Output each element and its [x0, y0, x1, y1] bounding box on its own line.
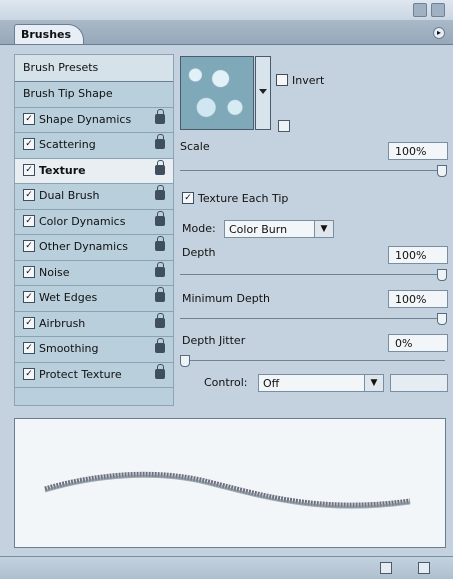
- sidebar-item-label: Noise: [39, 265, 70, 279]
- sidebar-item-checkbox[interactable]: ✓: [23, 342, 35, 354]
- lock-icon[interactable]: [155, 185, 165, 200]
- sidebar-item-scattering[interactable]: ✓ Scattering: [15, 133, 173, 159]
- mode-select-value: Color Burn: [229, 223, 288, 236]
- sidebar-item-texture[interactable]: ✓ Texture: [15, 158, 173, 184]
- sidebar-item-protect-texture[interactable]: ✓ Protect Texture: [15, 363, 173, 388]
- depth-jitter-slider-thumb[interactable]: [180, 355, 190, 367]
- close-icon[interactable]: [431, 3, 445, 17]
- sidebar-item-label: Other Dynamics: [39, 240, 128, 253]
- sidebar-item-checkbox[interactable]: ✓: [23, 112, 35, 125]
- scale-slider-track[interactable]: [180, 170, 445, 171]
- sidebar-item-brush-tip-shape[interactable]: Brush Tip Shape: [15, 82, 173, 108]
- minimum-depth-label: Minimum Depth: [182, 292, 270, 305]
- sidebar-item-label: Wet Edges: [39, 291, 98, 304]
- sidebar-item-dual-brush[interactable]: ✓ Dual Brush: [15, 184, 173, 210]
- sidebar-item-label: Texture: [39, 163, 86, 177]
- lock-icon[interactable]: [155, 287, 165, 302]
- minimum-depth-slider-track[interactable]: [180, 318, 445, 319]
- new-preset-icon[interactable]: [278, 120, 290, 132]
- tab-strip: Brushes ▸: [0, 20, 453, 45]
- brush-options-list: Brush Presets Brush Tip Shape ✓ Shape Dyna…: [14, 54, 174, 406]
- texture-each-tip-box[interactable]: ✓: [182, 191, 194, 204]
- sidebar-item-other-dynamics[interactable]: ✓ Other Dynamics: [15, 235, 173, 261]
- control-select-value: Off: [263, 377, 280, 390]
- sidebar-item-label: Protect Texture: [39, 367, 122, 381]
- sidebar-item-label: Smoothing: [39, 342, 99, 355]
- sidebar-item-label: Scattering: [39, 138, 96, 151]
- sidebar-item-label: Color Dynamics: [39, 214, 126, 228]
- lock-icon[interactable]: [155, 363, 165, 379]
- minimum-depth-slider-thumb[interactable]: [437, 313, 447, 325]
- control-label: Control:: [204, 376, 248, 389]
- depth-jitter-slider-track[interactable]: [180, 360, 445, 361]
- chevron-down-icon[interactable]: ▼: [314, 221, 333, 237]
- sidebar-item-checkbox[interactable]: ✓: [23, 138, 35, 150]
- minimum-depth-field[interactable]: 100%: [388, 290, 448, 308]
- invert-checkbox-box[interactable]: [276, 73, 288, 86]
- pattern-picker-dropdown-icon[interactable]: [255, 56, 271, 130]
- sidebar-item-checkbox[interactable]: ✓: [23, 214, 35, 227]
- texture-each-tip-label: Texture Each Tip: [198, 192, 289, 205]
- panel-bottom-bar: [0, 556, 453, 579]
- depth-slider-thumb[interactable]: [437, 269, 447, 281]
- panel-menu-icon[interactable]: ▸: [433, 27, 445, 39]
- lock-icon[interactable]: [155, 134, 165, 149]
- invert-checkbox[interactable]: Invert: [276, 73, 325, 87]
- sidebar-item-checkbox[interactable]: ✓: [23, 291, 35, 303]
- lock-icon[interactable]: [155, 261, 165, 277]
- sidebar-item-checkbox[interactable]: ✓: [23, 163, 35, 176]
- sidebar-item-checkbox[interactable]: ✓: [23, 240, 35, 252]
- lock-icon[interactable]: [155, 338, 165, 353]
- texture-each-tip-checkbox[interactable]: ✓ Texture Each Tip: [182, 191, 289, 205]
- trash-icon[interactable]: [418, 562, 430, 574]
- sidebar-item-checkbox[interactable]: ✓: [23, 316, 35, 329]
- lock-icon[interactable]: [155, 236, 165, 251]
- sidebar-item-checkbox[interactable]: ✓: [23, 189, 35, 201]
- scale-slider-thumb[interactable]: [437, 165, 447, 177]
- sidebar-item-checkbox[interactable]: ✓: [23, 265, 35, 278]
- lock-icon[interactable]: [155, 312, 165, 328]
- texture-options: Invert Scale 100% ✓ Texture Each Tip Mod…: [180, 52, 453, 412]
- depth-slider-track[interactable]: [180, 274, 445, 275]
- sidebar-item-label: Airbrush: [39, 316, 86, 330]
- sidebar-item-shape-dynamics[interactable]: ✓ Shape Dynamics: [15, 108, 173, 133]
- sidebar-item-label: Shape Dynamics: [39, 112, 132, 126]
- sidebar-item-color-dynamics[interactable]: ✓ Color Dynamics: [15, 210, 173, 235]
- sidebar-item-noise[interactable]: ✓ Noise: [15, 261, 173, 286]
- texture-pattern-swatch[interactable]: [180, 56, 254, 130]
- invert-label: Invert: [292, 74, 325, 87]
- sidebar-item-smoothing[interactable]: ✓ Smoothing: [15, 337, 173, 363]
- minimize-icon[interactable]: [413, 3, 427, 17]
- scale-field[interactable]: 100%: [388, 142, 448, 160]
- depth-label: Depth: [182, 246, 216, 259]
- depth-jitter-field[interactable]: 0%: [388, 334, 448, 352]
- depth-jitter-label: Depth Jitter: [182, 334, 246, 347]
- new-brush-icon[interactable]: [380, 562, 392, 574]
- panel-title-bar: [0, 0, 453, 20]
- lock-icon[interactable]: [155, 159, 165, 175]
- stroke-preview-graphic: [44, 471, 411, 509]
- depth-field[interactable]: 100%: [388, 246, 448, 264]
- sidebar-item-label: Brush Tip Shape: [23, 87, 113, 100]
- scale-label: Scale: [180, 140, 210, 153]
- tab-brushes[interactable]: Brushes: [14, 24, 84, 44]
- sidebar-item-checkbox[interactable]: ✓: [23, 367, 35, 380]
- brushes-panel: Brushes ▸ Brush Presets Brush Tip Shape ✓…: [0, 0, 453, 579]
- brush-presets-item[interactable]: Brush Presets: [15, 55, 173, 82]
- mode-select[interactable]: Color Burn ▼: [224, 220, 334, 238]
- brush-stroke-preview: [14, 418, 446, 548]
- mode-label: Mode:: [182, 222, 216, 235]
- chevron-down-icon[interactable]: ▼: [364, 375, 383, 391]
- sidebar-item-airbrush[interactable]: ✓ Airbrush: [15, 312, 173, 337]
- lock-icon[interactable]: [155, 108, 165, 124]
- control-fade-field: [390, 374, 448, 392]
- lock-icon[interactable]: [155, 210, 165, 226]
- control-select[interactable]: Off ▼: [258, 374, 384, 392]
- sidebar-item-wet-edges[interactable]: ✓ Wet Edges: [15, 286, 173, 312]
- sidebar-item-label: Dual Brush: [39, 189, 100, 202]
